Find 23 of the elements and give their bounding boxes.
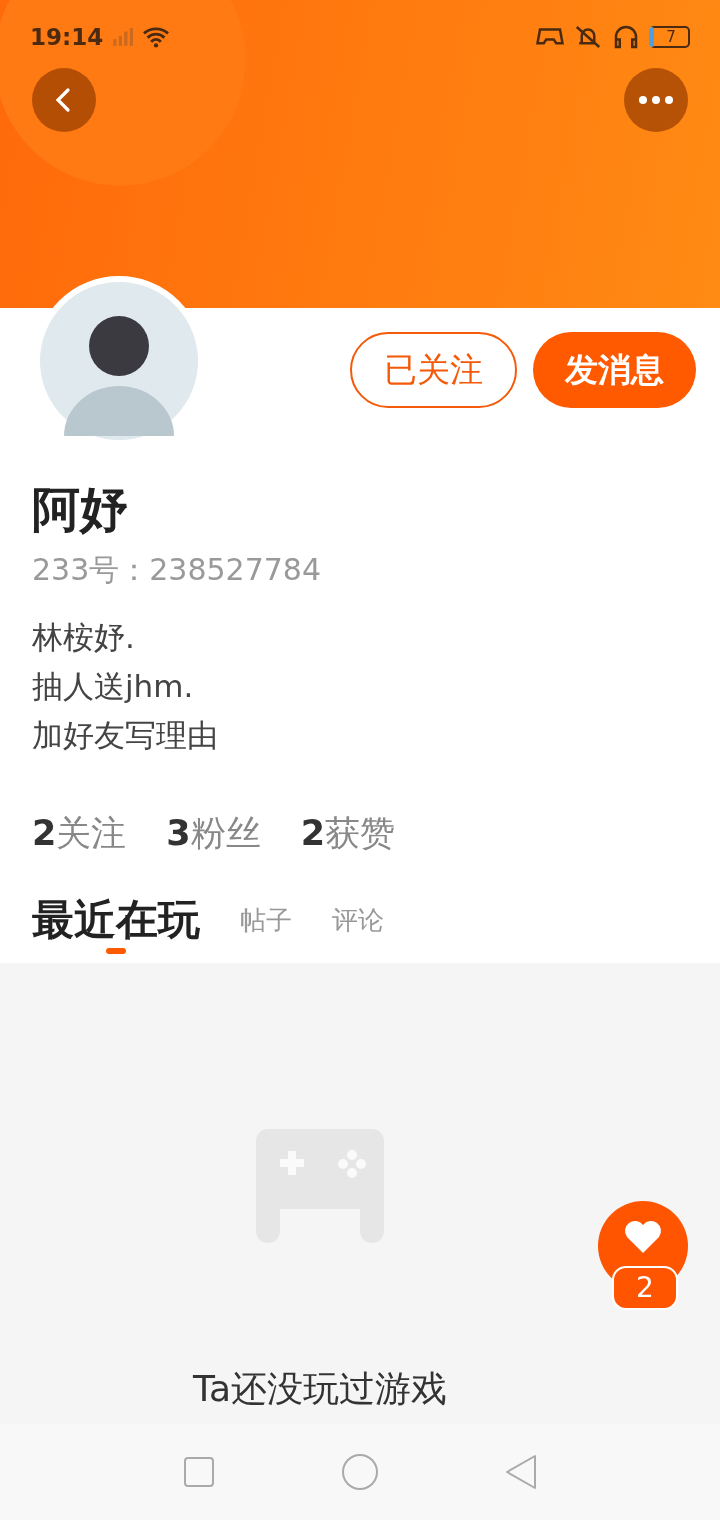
like-button[interactable]: 2 (598, 1201, 688, 1311)
stat-link[interactable]: 3粉丝 (166, 810, 261, 857)
status-time: 19:14 (30, 24, 104, 50)
back-icon[interactable] (505, 1454, 537, 1490)
wifi-icon (141, 25, 172, 49)
tab[interactable]: 帖子 (240, 890, 292, 950)
stat-link[interactable]: 2关注 (32, 810, 127, 857)
following-button[interactable]: 已关注 (350, 332, 517, 408)
battery-indicator: 7 (649, 26, 690, 48)
tab[interactable]: 评论 (332, 890, 384, 950)
bio-line: 林桉妤. (32, 618, 136, 657)
bio-line: 加好友写理由 (32, 716, 219, 755)
stat-link[interactable]: 2获赞 (300, 810, 396, 857)
empty-message: Ta还没玩过游戏 (192, 1367, 448, 1411)
signal-icon (111, 26, 134, 48)
recent-apps-icon[interactable] (183, 1456, 215, 1488)
home-icon[interactable] (341, 1453, 379, 1491)
message-button[interactable]: 发消息 (533, 332, 696, 408)
user-id: 233号：238527784 (32, 551, 323, 589)
bell-mute-icon (573, 24, 603, 50)
more-icon (638, 95, 674, 105)
bio-line: 抽人送jhm. (32, 667, 195, 706)
user-name: 阿妤 (32, 480, 129, 539)
